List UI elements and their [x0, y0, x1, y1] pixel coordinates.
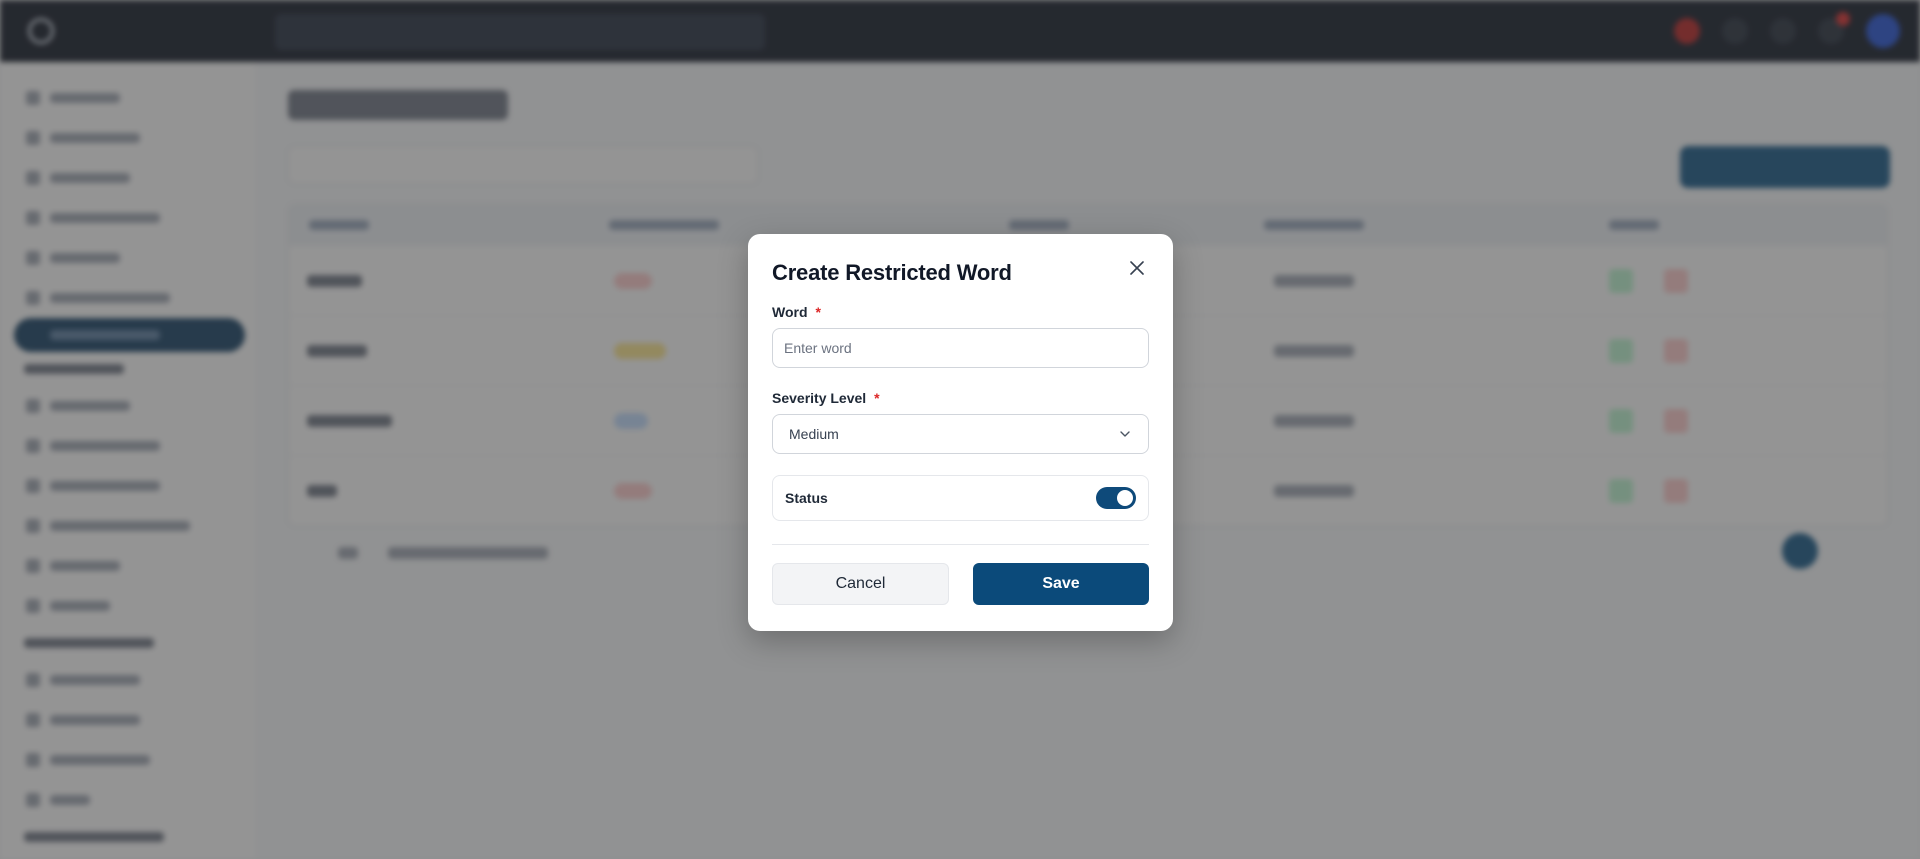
word-input[interactable]	[772, 328, 1149, 368]
cancel-button[interactable]: Cancel	[772, 563, 949, 605]
severity-label-text: Severity Level	[772, 390, 867, 406]
severity-level-label: Severity Level *	[772, 390, 880, 406]
toggle-knob	[1117, 490, 1133, 506]
severity-level-value: Medium	[789, 426, 839, 442]
save-button[interactable]: Save	[973, 563, 1149, 605]
status-toggle[interactable]	[1096, 487, 1136, 509]
severity-required-marker: *	[874, 390, 880, 406]
divider	[772, 544, 1149, 545]
close-icon	[1130, 261, 1144, 275]
status-label: Status	[785, 490, 828, 506]
close-button[interactable]	[1125, 256, 1149, 280]
word-label-text: Word	[772, 304, 808, 320]
chevron-down-icon	[1120, 431, 1130, 437]
severity-level-select[interactable]: Medium	[772, 414, 1149, 454]
create-restricted-word-dialog: Create Restricted Word Word * Severity Le…	[748, 234, 1173, 631]
status-row: Status	[772, 475, 1149, 521]
word-label: Word *	[772, 304, 821, 320]
word-required-marker: *	[815, 304, 821, 320]
dialog-title: Create Restricted Word	[772, 260, 1012, 285]
